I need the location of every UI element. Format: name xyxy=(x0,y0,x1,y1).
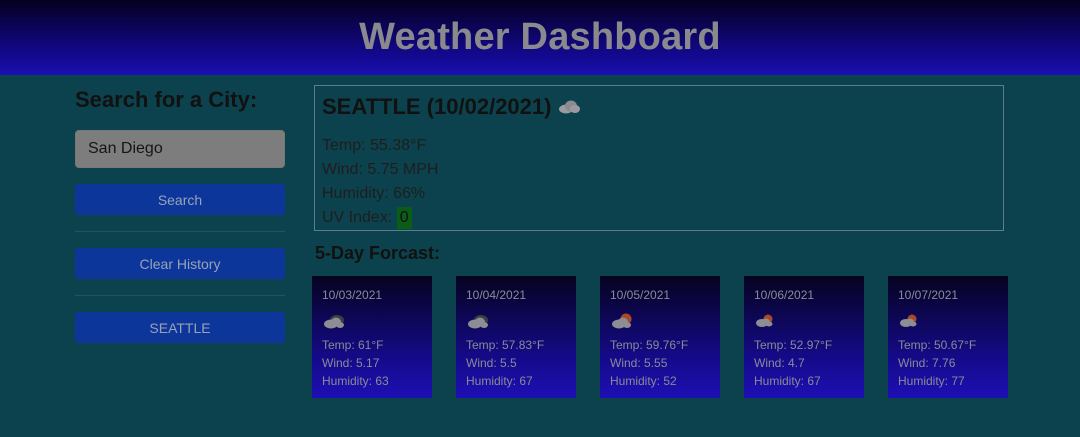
uv-index-badge: 0 xyxy=(396,207,412,229)
forecast-humidity: Humidity: 67 xyxy=(466,374,533,388)
forecast-date: 10/03/2021 xyxy=(322,288,383,302)
sun-cloud-icon xyxy=(754,306,854,336)
forecast-wind: Wind: 4.7 xyxy=(754,356,805,370)
forecast-humidity: Humidity: 63 xyxy=(322,374,389,388)
forecast-card: 10/05/2021 Temp: 59.76°F Wind: 5.55 Humi… xyxy=(600,276,720,398)
sun-cloud-icon xyxy=(898,306,998,336)
forecast-heading: 5-Day Forcast: xyxy=(315,243,441,263)
forecast-wind: Wind: 7.76 xyxy=(898,356,956,370)
forecast-date: 10/05/2021 xyxy=(610,288,671,302)
page-title: Weather Dashboard xyxy=(359,16,721,58)
forecast-temp: Temp: 59.76°F xyxy=(610,338,689,352)
search-button[interactable]: Search xyxy=(75,184,285,215)
current-humidity: Humidity: 66% xyxy=(322,185,426,202)
divider xyxy=(75,231,285,232)
forecast-wind: Wind: 5.5 xyxy=(466,356,517,370)
forecast-temp: Temp: 50.67°F xyxy=(898,338,977,352)
search-heading: Search for a City: xyxy=(75,87,258,112)
forecast-card: 10/07/2021 Temp: 50.67°F Wind: 7.76 Humi… xyxy=(888,276,1008,398)
forecast-temp: Temp: 57.83°F xyxy=(466,338,545,352)
clear-history-button[interactable]: Clear History xyxy=(75,248,285,279)
forecast-humidity: Humidity: 52 xyxy=(610,374,677,388)
current-uv: UV Index: 0 xyxy=(322,206,996,230)
forecast-wind: Wind: 5.17 xyxy=(322,356,380,370)
forecast-temp: Temp: 61°F xyxy=(322,338,384,352)
forecast-card: 10/04/2021 Temp: 57.83°F Wind: 5.5 Humid… xyxy=(456,276,576,398)
history-city-seattle-button[interactable]: SEATTLE xyxy=(75,312,285,343)
broken-clouds-icon xyxy=(322,306,422,336)
current-city-title: SEATTLE (10/02/2021) xyxy=(322,94,552,119)
divider xyxy=(75,295,285,296)
forecast-temp: Temp: 52.97°F xyxy=(754,338,833,352)
current-weather-panel: SEATTLE (10/02/2021) Temp: 55.38°F Wind:… xyxy=(314,85,1004,231)
forecast-card: 10/03/2021 Temp: 61°F Wind: 5.17 Humidit… xyxy=(312,276,432,398)
forecast-wind: Wind: 5.55 xyxy=(610,356,668,370)
forecast-humidity: Humidity: 67 xyxy=(754,374,821,388)
current-city-heading: SEATTLE (10/02/2021) xyxy=(322,92,996,122)
cloud-icon xyxy=(557,94,581,120)
uv-label: UV Index: xyxy=(322,209,393,226)
forecast-date: 10/04/2021 xyxy=(466,288,527,302)
current-wind: Wind: 5.75 MPH xyxy=(322,161,439,178)
header: Weather Dashboard xyxy=(0,0,1080,75)
city-search-input[interactable] xyxy=(75,130,285,168)
forecast-card: 10/06/2021 Temp: 52.97°F Wind: 4.7 Humid… xyxy=(744,276,864,398)
search-sidebar: Search for a City: Search Clear History … xyxy=(75,87,285,343)
forecast-date: 10/07/2021 xyxy=(898,288,959,302)
current-temp: Temp: 55.38°F xyxy=(322,137,427,154)
forecast-humidity: Humidity: 77 xyxy=(898,374,965,388)
forecast-date: 10/06/2021 xyxy=(754,288,815,302)
broken-clouds-icon xyxy=(466,306,566,336)
sun-cloud-icon xyxy=(610,306,710,336)
